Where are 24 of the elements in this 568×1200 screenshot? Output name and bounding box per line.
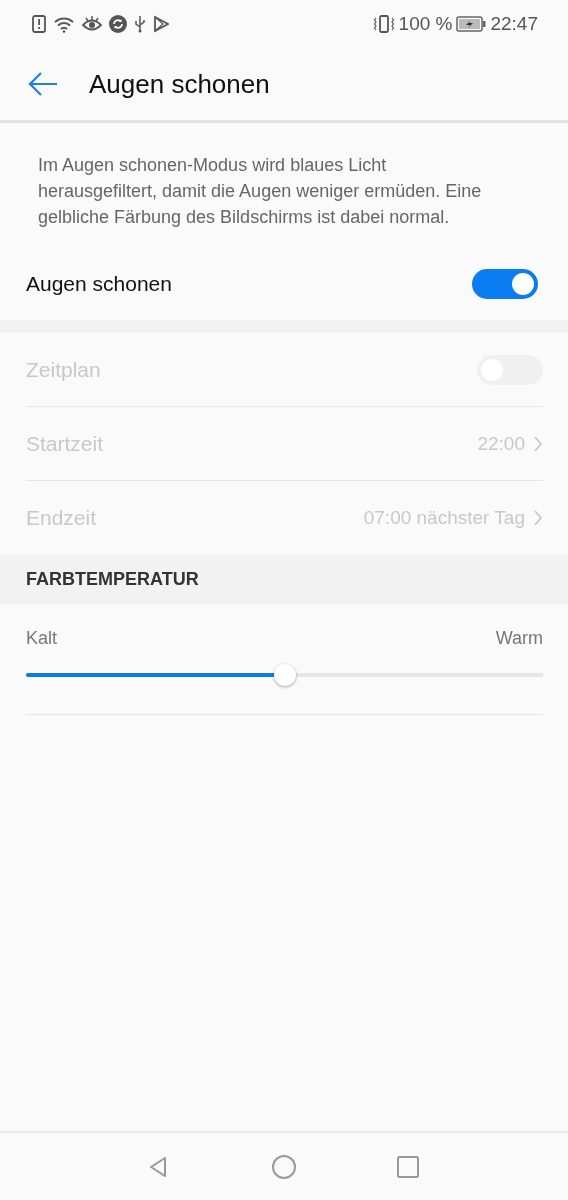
slider-min-label: Kalt	[26, 628, 58, 649]
section-heading: FARBTEMPERATUR	[26, 568, 199, 590]
home-circle-icon[interactable]	[272, 1154, 296, 1179]
page-title: Augen schonen	[89, 68, 270, 100]
eye-icon	[82, 15, 102, 33]
description-text: Im Augen schonen-Modus wird blaues Licht herausgefiltert, damit die Augen weniger ermüden. Eine gelbliche Färbung des Bildschirms ist dabei normal.	[38, 154, 483, 229]
recents-square-icon[interactable]	[396, 1154, 420, 1179]
slider-max-label: Warm	[495, 628, 543, 649]
sync-icon	[109, 15, 127, 33]
battery-charging-icon	[456, 16, 487, 32]
setting-label: Augen schonen	[26, 272, 172, 296]
sim-alert-icon	[32, 15, 46, 33]
wifi-icon	[53, 15, 75, 33]
back-button[interactable]	[28, 71, 58, 97]
vibrate-icon	[372, 15, 395, 33]
play-store-icon	[153, 15, 169, 33]
battery-percent: 100 %	[398, 13, 453, 35]
back-arrow-icon	[28, 71, 58, 97]
clock-time: 22:47	[490, 13, 538, 35]
chevron-right-icon	[533, 508, 543, 527]
toggle-switch[interactable]	[472, 269, 538, 299]
chevron-right-icon	[533, 434, 543, 453]
slider-thumb[interactable]	[273, 664, 296, 686]
usb-icon	[134, 15, 146, 33]
